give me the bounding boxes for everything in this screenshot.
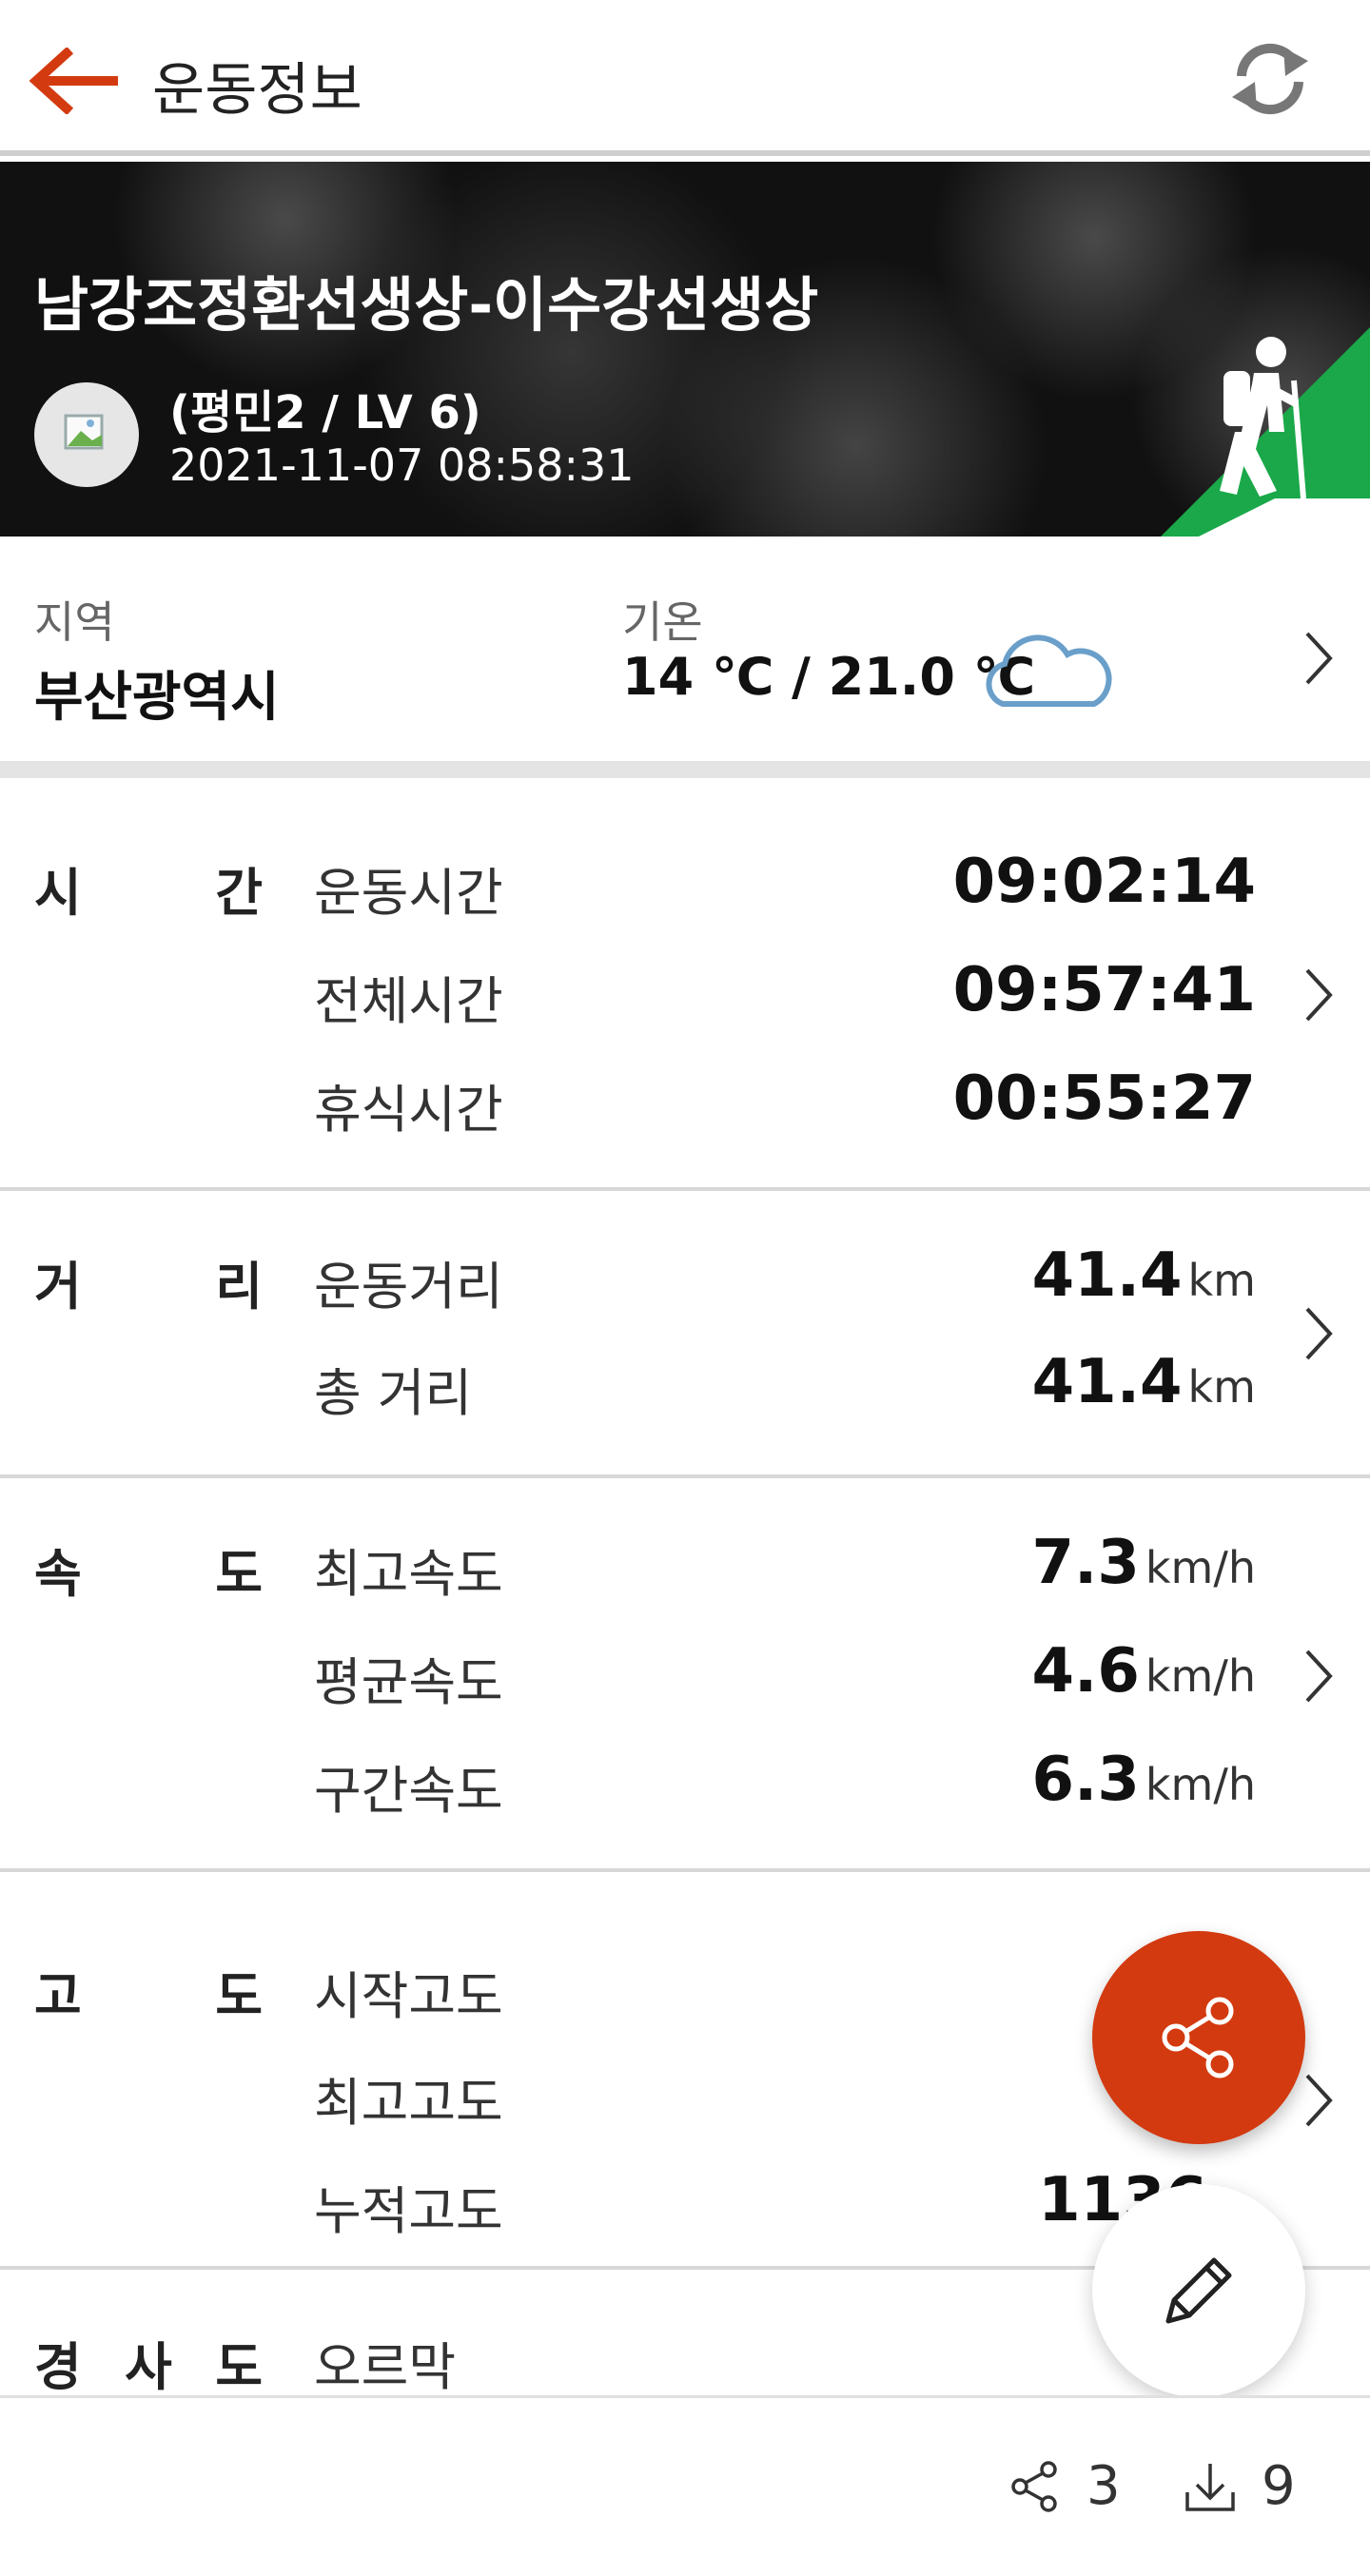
stat-row: 총 거리 41.4 km bbox=[314, 1347, 1256, 1427]
section-distance[interactable]: 거 리 운동거리 41.4 km 총 거리 41.4 km bbox=[0, 1191, 1370, 1478]
stat-label: 운동거리 bbox=[314, 1257, 503, 1317]
pencil-icon bbox=[1165, 2257, 1232, 2324]
temperature-value: 14 ℃ / 21.0 ℃ bbox=[622, 647, 1036, 707]
stat-label: 시작고도 bbox=[314, 1966, 503, 2026]
download-icon bbox=[1185, 2463, 1235, 2511]
stat-label: 오르막 bbox=[314, 2337, 457, 2397]
region-weather-row[interactable]: 지역 부산광역시 기온 14 ℃ / 21.0 ℃ bbox=[0, 540, 1370, 778]
share-count-button[interactable]: 3 bbox=[1007, 2455, 1121, 2517]
stat-label: 누적고도 bbox=[314, 2181, 503, 2241]
section-category: 경 사 도 bbox=[34, 2337, 263, 2397]
stat-label: 최고속도 bbox=[314, 1544, 503, 1604]
refresh-button[interactable] bbox=[1218, 36, 1322, 122]
cloud-icon bbox=[986, 634, 1112, 707]
chevron-right-icon bbox=[1305, 1307, 1333, 1360]
stat-label: 총 거리 bbox=[314, 1363, 473, 1423]
stat-label: 운동시간 bbox=[314, 863, 503, 923]
stat-row: 전체시간 09:57:41 bbox=[314, 955, 1256, 1035]
stat-row: 운동거리 41.4 km bbox=[314, 1240, 1256, 1320]
activity-type-badge bbox=[1161, 327, 1370, 537]
edit-fab-button[interactable] bbox=[1092, 2184, 1305, 2397]
app-bar: 운동정보 bbox=[0, 0, 1370, 156]
chevron-right-icon bbox=[1305, 1649, 1333, 1703]
stat-value: 4.6 km/h bbox=[1031, 1636, 1256, 1707]
chevron-right-icon bbox=[1305, 968, 1333, 1022]
stat-label: 전체시간 bbox=[314, 971, 503, 1031]
back-arrow-icon bbox=[29, 48, 118, 114]
stat-value: 41.4 km bbox=[1031, 1240, 1256, 1311]
refresh-icon bbox=[1232, 43, 1308, 115]
share-count: 3 bbox=[1086, 2455, 1121, 2517]
user-level: (평민2 / LV 6) bbox=[169, 386, 481, 439]
activity-hero: 남강조정환선생상-이수강선생상 (평민2 / LV 6) 2021-11-07 … bbox=[0, 162, 1370, 537]
share-icon bbox=[1011, 2460, 1057, 2512]
section-category: 속 도 bbox=[34, 1544, 263, 1604]
section-speed[interactable]: 속 도 최고속도 7.3 km/h 평균속도 4.6 km/h 구간속도 6.3 km… bbox=[0, 1478, 1370, 1872]
stat-label: 휴식시간 bbox=[314, 1080, 503, 1140]
share-fab-button[interactable] bbox=[1092, 1931, 1305, 2144]
stat-value: 7.3 km/h bbox=[1031, 1528, 1256, 1598]
broken-image-icon bbox=[64, 414, 104, 450]
stat-row: 휴식시간 00:55:27 bbox=[314, 1064, 1256, 1143]
stat-value: 41.4 km bbox=[1031, 1347, 1256, 1417]
bottom-action-bar: 3 9 bbox=[0, 2395, 1370, 2576]
section-category: 시 간 bbox=[34, 863, 263, 923]
stat-value: 09:57:41 bbox=[952, 955, 1256, 1025]
region-label: 지역 bbox=[34, 596, 115, 648]
stat-value: 00:55:27 bbox=[952, 1064, 1256, 1134]
share-icon bbox=[1162, 1997, 1234, 2078]
chevron-right-icon bbox=[1305, 2074, 1333, 2127]
download-count-button[interactable]: 9 bbox=[1182, 2455, 1296, 2517]
activity-datetime: 2021-11-07 08:58:31 bbox=[169, 439, 635, 491]
section-time[interactable]: 시 간 운동시간 09:02:14 전체시간 09:57:41 휴식시간 00:… bbox=[0, 795, 1370, 1191]
section-category: 거 리 bbox=[34, 1257, 263, 1317]
temperature-label: 기온 bbox=[622, 596, 703, 648]
page-title: 운동정보 bbox=[152, 57, 362, 124]
section-category: 고 도 bbox=[34, 1966, 263, 2026]
stat-label: 평균속도 bbox=[314, 1652, 503, 1712]
course-title: 남강조정환선생상-이수강선생상 bbox=[34, 270, 819, 340]
region-value: 부산광역시 bbox=[34, 667, 280, 729]
stat-label: 최고고도 bbox=[314, 2073, 503, 2133]
stat-value: 09:02:14 bbox=[952, 847, 1256, 917]
stat-row: 평균속도 4.6 km/h bbox=[314, 1636, 1256, 1716]
chevron-right-icon bbox=[1305, 632, 1333, 685]
avatar[interactable] bbox=[34, 382, 139, 487]
back-button[interactable] bbox=[27, 38, 122, 124]
download-count: 9 bbox=[1262, 2455, 1296, 2517]
stat-value: 6.3 km/h bbox=[1031, 1745, 1256, 1815]
stat-label: 구간속도 bbox=[314, 1761, 503, 1821]
stat-row: 구간속도 6.3 km/h bbox=[314, 1745, 1256, 1825]
stat-row: 운동시간 09:02:14 bbox=[314, 847, 1256, 927]
stat-row: 최고속도 7.3 km/h bbox=[314, 1528, 1256, 1608]
